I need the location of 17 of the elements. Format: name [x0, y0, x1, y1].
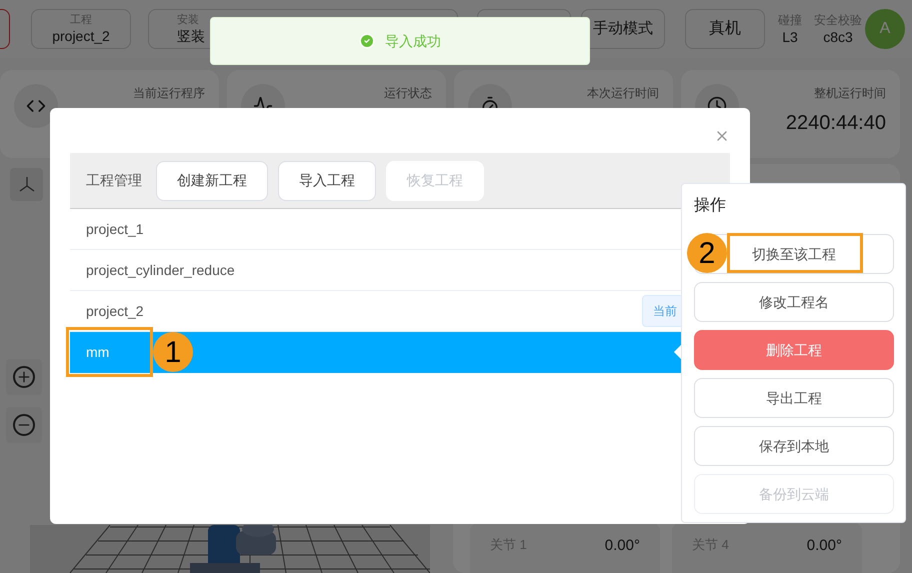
collision-value: L3 — [782, 28, 798, 46]
project-name: project_cylinder_reduce — [86, 260, 235, 280]
card-label: 当前运行程序 — [133, 85, 205, 102]
safety-value: c8c3 — [823, 28, 853, 46]
card-label: 本次运行时间 — [587, 85, 659, 102]
card-value: 2240:44:40 — [786, 111, 886, 136]
joint-value: 0.00° — [604, 536, 640, 556]
card-label: 运行状态 — [384, 85, 432, 102]
card-label: 整机运行时间 — [814, 85, 886, 102]
project-name: mm — [86, 343, 110, 362]
project-name: project_2 — [86, 302, 144, 321]
field-value: project_2 — [52, 26, 110, 44]
toolbar-title: 工程管理 — [86, 171, 142, 190]
joint-value: 0.00° — [806, 536, 842, 556]
toast-message: 导入成功 — [385, 32, 441, 50]
field-value: 竖装 — [177, 26, 205, 44]
project-name: project_1 — [86, 220, 144, 239]
